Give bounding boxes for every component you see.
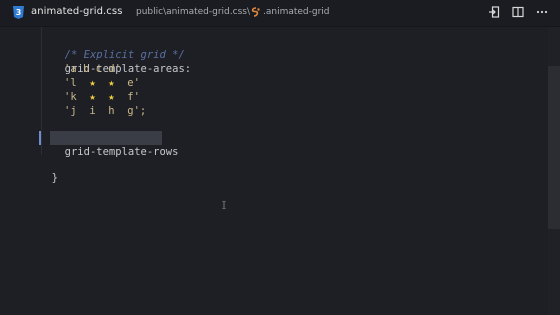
area-cell: h: [108, 105, 115, 117]
code-line-area-row: 'a b c d': [64, 62, 121, 76]
scrollbar-thumb[interactable]: [548, 66, 560, 229]
closing-brace: }: [51, 172, 58, 184]
area-cell: c: [95, 63, 102, 75]
breadcrumb-symbol[interactable]: .animated-grid: [263, 7, 330, 17]
star-icon: ★: [89, 77, 96, 89]
css-file-icon: 3: [13, 6, 24, 19]
star-icon: ★: [89, 91, 96, 103]
star-icon: ★: [108, 91, 115, 103]
quote: ': [114, 63, 121, 75]
css-selector-icon: [251, 7, 260, 17]
code-line-closing: }: [39, 157, 58, 184]
code-line-area-row: 'j i h g';: [64, 104, 146, 118]
area-cell: l: [70, 77, 77, 89]
code-line-comment: /* Explicit grid */: [52, 34, 185, 61]
code-line-property: grid-template-areas:: [52, 48, 191, 75]
quote: ': [133, 77, 140, 89]
indent-guide: [41, 27, 42, 155]
quote: ';: [133, 105, 147, 117]
open-preview-icon[interactable]: [487, 5, 501, 19]
area-cell: j: [70, 105, 77, 117]
svg-text:3: 3: [16, 8, 22, 17]
code-line-area-row: 'k ★ ★ f': [64, 90, 140, 104]
tab-filename[interactable]: animated-grid.css: [31, 6, 123, 17]
split-editor-icon[interactable]: [511, 5, 525, 19]
editor-title-bar: 3 animated-grid.css public\animated-grid…: [0, 0, 560, 27]
code-line-typed[interactable]: grid-template-rows: [52, 131, 179, 158]
more-actions-icon[interactable]: [535, 5, 549, 19]
area-cell: a: [70, 63, 77, 75]
code-line-area-row: 'l ★ ★ e': [64, 76, 140, 90]
text-cursor: [39, 131, 41, 145]
quote: ': [133, 91, 140, 103]
area-cell: b: [82, 63, 90, 75]
area-cell: k: [70, 91, 77, 103]
star-icon: ★: [108, 77, 115, 89]
breadcrumb-path[interactable]: public\animated-grid.css\: [136, 7, 250, 17]
breadcrumb[interactable]: public\animated-grid.css\ .animated-grid: [136, 7, 330, 17]
area-cell: i: [89, 105, 96, 117]
css-property-rows[interactable]: grid-template-rows: [65, 146, 179, 158]
mouse-ibeam-cursor-icon: [222, 201, 226, 209]
